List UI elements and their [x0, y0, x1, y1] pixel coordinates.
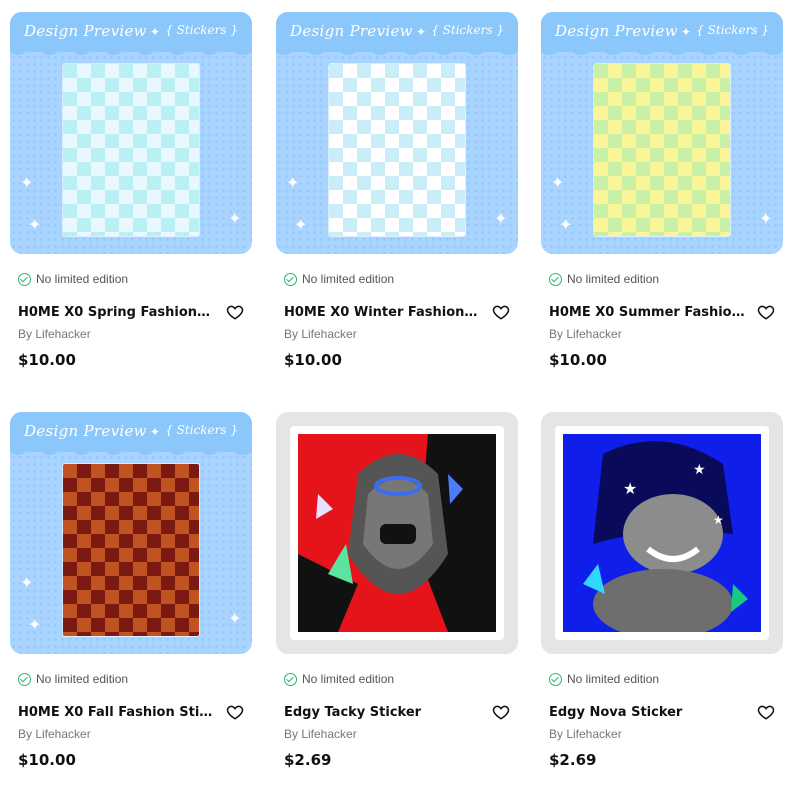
creator-byline[interactable]: By Lifehacker	[18, 327, 252, 341]
edition-status: No limited edition	[18, 272, 252, 286]
product-price: $10.00	[18, 751, 76, 769]
sparkle-icon: ✦	[20, 175, 34, 192]
heart-icon[interactable]	[757, 303, 775, 321]
product-card[interactable]: Design Preview { Stickers } ✦ ✦ ✦ ✦ No l…	[10, 12, 252, 369]
sparkle-icon: ✦	[20, 575, 34, 592]
edition-label: No limited edition	[567, 672, 660, 686]
product-thumbnail[interactable]: Design Preview { Stickers } ✦ ✦ ✦ ✦	[276, 12, 518, 254]
creator-byline[interactable]: By Lifehacker	[284, 327, 518, 341]
creator-byline[interactable]: By Lifehacker	[284, 727, 518, 741]
heart-icon[interactable]	[226, 703, 244, 721]
product-card[interactable]: ★ ★ ★ No limited edition Edgy Nova Stick…	[541, 412, 783, 769]
creator-byline[interactable]: By Lifehacker	[549, 327, 783, 341]
product-price: $10.00	[18, 351, 76, 369]
product-card[interactable]: No limited edition Edgy Tacky Sticker By…	[276, 412, 518, 769]
banner-tag: { Stickers }	[431, 23, 504, 37]
product-thumbnail[interactable]	[276, 412, 518, 654]
edition-label: No limited edition	[302, 272, 395, 286]
heart-icon[interactable]	[492, 703, 510, 721]
product-title[interactable]: Edgy Tacky Sticker	[284, 705, 480, 720]
sticker-sheet-preview	[63, 64, 199, 236]
product-grid: Design Preview { Stickers } ✦ ✦ ✦ ✦ No l…	[0, 0, 798, 791]
heart-icon[interactable]	[757, 703, 775, 721]
svg-text:★: ★	[623, 481, 637, 498]
product-price: $10.00	[549, 351, 607, 369]
sparkle-icon: ✦	[286, 175, 300, 192]
svg-text:★: ★	[713, 513, 724, 527]
design-preview-banner: Design Preview { Stickers }	[541, 12, 783, 55]
sticker-artwork	[298, 434, 496, 632]
sticker-frame	[290, 426, 504, 640]
product-thumbnail[interactable]: Design Preview { Stickers } ✦ ✦ ✦ ✦	[10, 12, 252, 254]
edition-status: No limited edition	[18, 672, 252, 686]
product-price: $2.69	[549, 751, 597, 769]
product-title[interactable]: Edgy Nova Sticker	[549, 705, 745, 720]
sparkle-icon: ✦	[416, 25, 427, 39]
product-thumbnail[interactable]: ★ ★ ★	[541, 412, 783, 654]
banner-tag: { Stickers }	[165, 423, 238, 437]
sparkle-icon: ✦	[150, 425, 161, 439]
edition-label: No limited edition	[36, 672, 129, 686]
check-circle-icon	[549, 672, 562, 686]
product-title[interactable]: H0ME X0 Winter Fashion St...	[284, 305, 480, 320]
design-preview-banner: Design Preview { Stickers }	[276, 12, 518, 55]
product-title[interactable]: H0ME X0 Fall Fashion Stick...	[18, 705, 214, 720]
product-thumbnail[interactable]: Design Preview { Stickers } ✦ ✦ ✦ ✦	[541, 12, 783, 254]
sparkle-icon: ✦	[28, 217, 42, 234]
banner-title: Design Preview	[24, 422, 147, 440]
heart-icon[interactable]	[226, 303, 244, 321]
banner-tag: { Stickers }	[696, 23, 769, 37]
sparkle-icon: ✦	[28, 617, 42, 634]
heart-icon[interactable]	[492, 303, 510, 321]
product-title[interactable]: H0ME X0 Summer Fashion ...	[549, 305, 745, 320]
product-card[interactable]: Design Preview { Stickers } ✦ ✦ ✦ ✦ No l…	[276, 12, 518, 369]
banner-title: Design Preview	[24, 22, 147, 40]
sticker-sheet-preview	[329, 64, 465, 236]
sticker-sheet-preview	[63, 464, 199, 636]
edition-status: No limited edition	[549, 272, 783, 286]
product-thumbnail[interactable]: Design Preview { Stickers } ✦ ✦ ✦ ✦	[10, 412, 252, 654]
design-preview-banner: Design Preview { Stickers }	[10, 12, 252, 55]
sparkle-icon: ✦	[228, 211, 242, 228]
sparkle-icon: ✦	[681, 25, 692, 39]
check-circle-icon	[284, 672, 297, 686]
sparkle-icon: ✦	[559, 217, 573, 234]
creator-byline[interactable]: By Lifehacker	[549, 727, 783, 741]
product-price: $10.00	[284, 351, 342, 369]
sparkle-icon: ✦	[494, 211, 508, 228]
banner-tag: { Stickers }	[165, 23, 238, 37]
check-circle-icon	[18, 672, 31, 686]
sparkle-icon: ✦	[551, 175, 565, 192]
check-circle-icon	[18, 272, 31, 286]
edition-status: No limited edition	[284, 672, 518, 686]
edition-status: No limited edition	[284, 272, 518, 286]
product-title[interactable]: H0ME X0 Spring Fashion St...	[18, 305, 214, 320]
sparkle-icon: ✦	[150, 25, 161, 39]
product-price: $2.69	[284, 751, 332, 769]
sticker-sheet-preview	[594, 64, 730, 236]
svg-text:★: ★	[693, 461, 706, 477]
banner-title: Design Preview	[555, 22, 678, 40]
edition-label: No limited edition	[36, 272, 129, 286]
sticker-frame: ★ ★ ★	[555, 426, 769, 640]
product-card[interactable]: Design Preview { Stickers } ✦ ✦ ✦ ✦ No l…	[10, 412, 252, 769]
edition-label: No limited edition	[302, 672, 395, 686]
sparkle-icon: ✦	[759, 211, 773, 228]
banner-title: Design Preview	[290, 22, 413, 40]
sparkle-icon: ✦	[294, 217, 308, 234]
edition-label: No limited edition	[567, 272, 660, 286]
creator-byline[interactable]: By Lifehacker	[18, 727, 252, 741]
sticker-artwork: ★ ★ ★	[563, 434, 761, 632]
check-circle-icon	[284, 272, 297, 286]
product-card[interactable]: Design Preview { Stickers } ✦ ✦ ✦ ✦ No l…	[541, 12, 783, 369]
check-circle-icon	[549, 272, 562, 286]
sparkle-icon: ✦	[228, 611, 242, 628]
design-preview-banner: Design Preview { Stickers }	[10, 412, 252, 455]
edition-status: No limited edition	[549, 672, 783, 686]
